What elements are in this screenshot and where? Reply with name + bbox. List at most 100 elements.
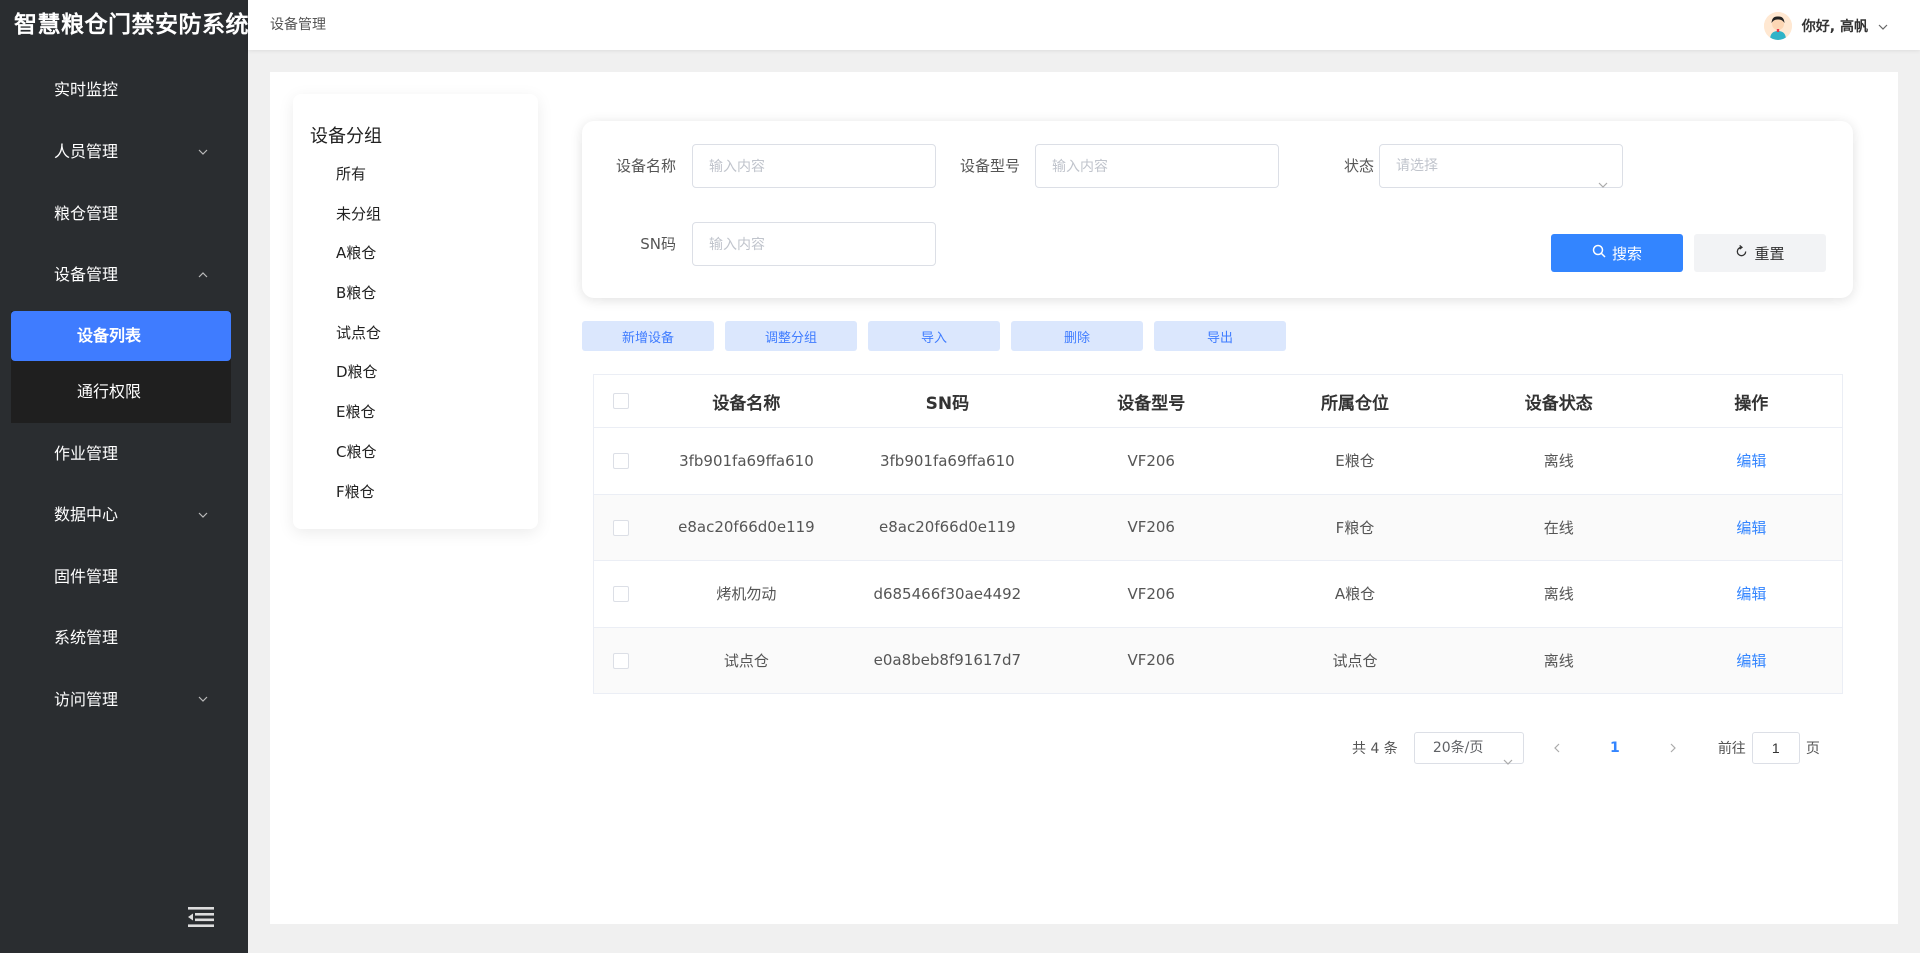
status-select-placeholder: 请选择 — [1396, 158, 1438, 174]
sn-cell: 3fb901fa69ffa610 — [845, 427, 1050, 495]
status-cell: 离线 — [1456, 627, 1661, 694]
sidebar-item-granary[interactable]: 粮仓管理 — [0, 183, 248, 245]
model-cell: VF206 — [1049, 627, 1254, 694]
device-model-label: 设备型号 — [959, 157, 1020, 175]
group-panel-title: 设备分组 — [310, 126, 382, 147]
sidebar-item-device[interactable]: 设备管理 — [0, 244, 248, 306]
column-header[interactable]: SN码 — [845, 374, 1050, 428]
sidebar-item-system[interactable]: 系统管理 — [0, 607, 248, 669]
location-cell: A粮仓 — [1253, 560, 1457, 628]
model-cell: VF206 — [1049, 560, 1254, 628]
sidebar-item-data-center[interactable]: 数据中心 — [0, 484, 248, 546]
sidebar-menu: 实时监控 人员管理 粮仓管理 设备管理 设备列表 通行权限 作业管理 数据中心 … — [0, 59, 248, 730]
row-checkbox[interactable] — [612, 519, 629, 536]
goto-label: 前往 — [1717, 741, 1746, 757]
pagination: 共 4 条 20条/页 1 前往 页 — [1352, 732, 1820, 765]
edit-link[interactable]: 编辑 — [1736, 452, 1766, 470]
chevron-left-icon — [1553, 743, 1560, 753]
row-checkbox-cell — [593, 494, 648, 561]
row-checkbox[interactable] — [612, 453, 629, 470]
user-greeting: 你好, 高帆 — [1801, 19, 1868, 35]
add-device-button[interactable]: 新增设备 — [582, 321, 714, 351]
app-title: 智慧粮仓门禁安防系统 — [14, 12, 249, 38]
location-cell: F粮仓 — [1253, 494, 1457, 561]
location-cell: E粮仓 — [1253, 427, 1457, 495]
page-suffix: 页 — [1805, 741, 1820, 757]
group-item-a[interactable]: A粮仓 — [336, 243, 381, 283]
delete-button[interactable]: 删除 — [1011, 321, 1143, 351]
status-cell: 离线 — [1456, 560, 1661, 628]
reset-button-label: 重置 — [1754, 245, 1785, 263]
row-checkbox-cell — [593, 427, 648, 495]
sidebar-item-device-list[interactable]: 设备列表 — [11, 310, 231, 361]
group-item-e[interactable]: E粮仓 — [336, 402, 381, 442]
sidebar-item-label: 粮仓管理 — [54, 203, 119, 223]
header-checkbox-cell — [593, 374, 648, 428]
sidebar-item-access-permission[interactable]: 通行权限 — [11, 361, 231, 423]
search-button[interactable]: 搜索 — [1551, 234, 1683, 272]
adjust-group-button[interactable]: 调整分组 — [725, 321, 857, 351]
edit-link[interactable]: 编辑 — [1736, 585, 1766, 603]
main-content: 设备分组 所有 未分组 A粮仓 B粮仓 试点仓 D粮仓 E粮仓 C粮仓 F粮仓 … — [270, 72, 1898, 924]
page-number-current[interactable]: 1 — [1600, 740, 1630, 756]
user-menu[interactable]: 你好, 高帆 — [1763, 12, 1888, 40]
table-row: 3fb901fa69ffa610 3fb901fa69ffa610 VF206 … — [593, 427, 1843, 495]
submenu-device: 设备列表 通行权限 — [11, 310, 231, 423]
table-row: e8ac20f66d0e119 e8ac20f66d0e119 VF206 F粮… — [593, 494, 1843, 561]
avatar — [1763, 12, 1792, 40]
status-select[interactable]: 请选择 — [1379, 144, 1623, 188]
goto-page-input[interactable] — [1751, 732, 1800, 764]
select-all-checkbox[interactable] — [612, 393, 629, 409]
table-row: 烤机勿动 d685466f30ae4492 VF206 A粮仓 离线 编辑 — [593, 560, 1843, 628]
row-checkbox[interactable] — [612, 586, 629, 603]
column-header[interactable]: 设备状态 — [1456, 374, 1661, 428]
group-item-all[interactable]: 所有 — [336, 164, 381, 204]
model-cell: VF206 — [1049, 494, 1254, 561]
sidebar-item-realtime-monitor[interactable]: 实时监控 — [0, 59, 248, 121]
column-header[interactable]: 设备名称 — [647, 374, 846, 428]
sidebar-item-label: 固件管理 — [54, 566, 119, 586]
page-size-value: 20条/页 — [1432, 740, 1484, 756]
sidebar-item-operations[interactable]: 作业管理 — [0, 423, 248, 485]
reset-button[interactable]: 重置 — [1694, 234, 1826, 272]
device-table: 设备名称 SN码 设备型号 所属仓位 设备状态 操作 3fb901fa69ffa… — [593, 374, 1843, 694]
action-cell: 编辑 — [1660, 494, 1843, 561]
next-page-button[interactable] — [1658, 732, 1688, 764]
device-name-input[interactable] — [692, 144, 936, 188]
device-model-input[interactable] — [1035, 144, 1279, 188]
chevron-down-icon — [1503, 746, 1513, 765]
edit-link[interactable]: 编辑 — [1736, 652, 1766, 670]
sn-input[interactable] — [692, 222, 936, 266]
column-header[interactable]: 操作 — [1660, 374, 1843, 428]
page-size-select[interactable]: 20条/页 — [1413, 732, 1524, 765]
group-item-pilot[interactable]: 试点仓 — [336, 323, 381, 363]
import-button[interactable]: 导入 — [868, 321, 1000, 351]
top-header: 设备管理 你好, 高帆 — [248, 0, 1920, 50]
sidebar-item-personnel[interactable]: 人员管理 — [0, 121, 248, 183]
edit-link[interactable]: 编辑 — [1736, 519, 1766, 537]
group-item-f[interactable]: F粮仓 — [336, 482, 381, 522]
prev-page-button[interactable] — [1542, 732, 1572, 764]
sidebar-item-firmware[interactable]: 固件管理 — [0, 546, 248, 608]
column-header[interactable]: 所属仓位 — [1253, 374, 1457, 428]
device-name-cell: 试点仓 — [647, 627, 846, 694]
action-cell: 编辑 — [1660, 627, 1843, 694]
location-cell: 试点仓 — [1253, 627, 1457, 694]
total-count: 共 4 条 — [1352, 741, 1398, 757]
collapse-menu-icon[interactable] — [188, 906, 214, 928]
status-cell: 离线 — [1456, 427, 1661, 495]
column-header[interactable]: 设备型号 — [1049, 374, 1254, 428]
group-item-b[interactable]: B粮仓 — [336, 283, 381, 323]
chevron-down-icon — [1878, 18, 1888, 34]
status-cell: 在线 — [1456, 494, 1661, 561]
sidebar-item-access-manage[interactable]: 访问管理 — [0, 669, 248, 731]
device-name-cell: e8ac20f66d0e119 — [647, 494, 846, 561]
action-cell: 编辑 — [1660, 560, 1843, 628]
row-checkbox[interactable] — [612, 652, 629, 669]
export-button[interactable]: 导出 — [1154, 321, 1286, 351]
sidebar-item-label: 作业管理 — [54, 443, 119, 463]
group-item-ungrouped[interactable]: 未分组 — [336, 204, 381, 244]
group-item-c[interactable]: C粮仓 — [336, 442, 381, 482]
group-item-d[interactable]: D粮仓 — [336, 362, 381, 402]
row-checkbox-cell — [593, 627, 648, 694]
